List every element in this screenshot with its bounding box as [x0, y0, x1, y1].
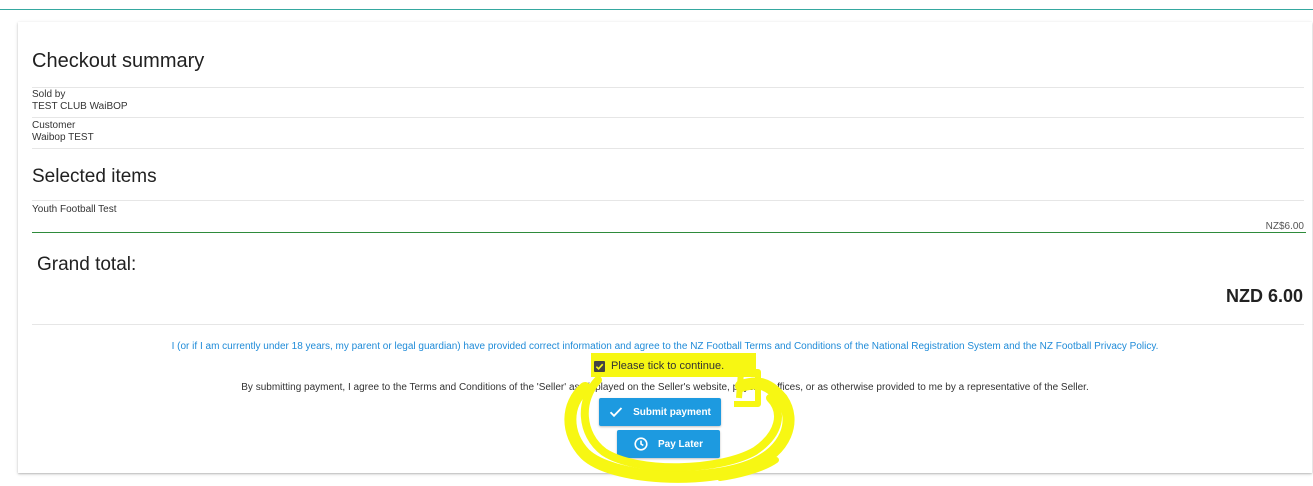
sold-by-label: Sold by: [32, 89, 66, 100]
pay-later-label: Pay Later: [657, 438, 704, 450]
check-icon: [609, 407, 623, 418]
divider: [32, 148, 1304, 149]
customer-label: Customer: [32, 120, 76, 131]
tick-row[interactable]: Please tick to continue.: [594, 360, 724, 372]
submit-payment-label: Submit payment: [633, 406, 711, 418]
divider: [32, 200, 1304, 201]
checkmark-icon: [595, 363, 604, 370]
item-name: Youth Football Test: [32, 204, 117, 215]
total-divider: [32, 232, 1306, 233]
divider: [32, 117, 1304, 118]
agree-checkbox[interactable]: [594, 360, 605, 372]
checkout-summary-heading: Checkout summary: [32, 50, 205, 72]
divider: [32, 87, 1304, 88]
grand-total-value: NZD 6.00: [1225, 286, 1303, 306]
item-price: NZ$6.00: [1265, 221, 1304, 232]
tick-label: Please tick to continue.: [611, 360, 725, 372]
grand-total-label: Grand total:: [37, 254, 137, 275]
customer-value: Waibop TEST: [32, 132, 94, 143]
submit-payment-button[interactable]: Submit payment: [599, 398, 721, 426]
pay-later-button[interactable]: Pay Later: [617, 430, 720, 458]
seller-terms-text: By submitting payment, I agree to the Te…: [241, 382, 1089, 393]
terms-agreement-text[interactable]: I (or if I am currently under 18 years, …: [18, 341, 1312, 352]
clock-icon: [634, 437, 648, 451]
top-accent-line: [0, 9, 1313, 10]
selected-items-heading: Selected items: [32, 166, 157, 187]
divider: [32, 324, 1304, 325]
checkout-card: Checkout summary Sold by TEST CLUB WaiBO…: [18, 22, 1312, 473]
sold-by-value: TEST CLUB WaiBOP: [32, 101, 128, 112]
